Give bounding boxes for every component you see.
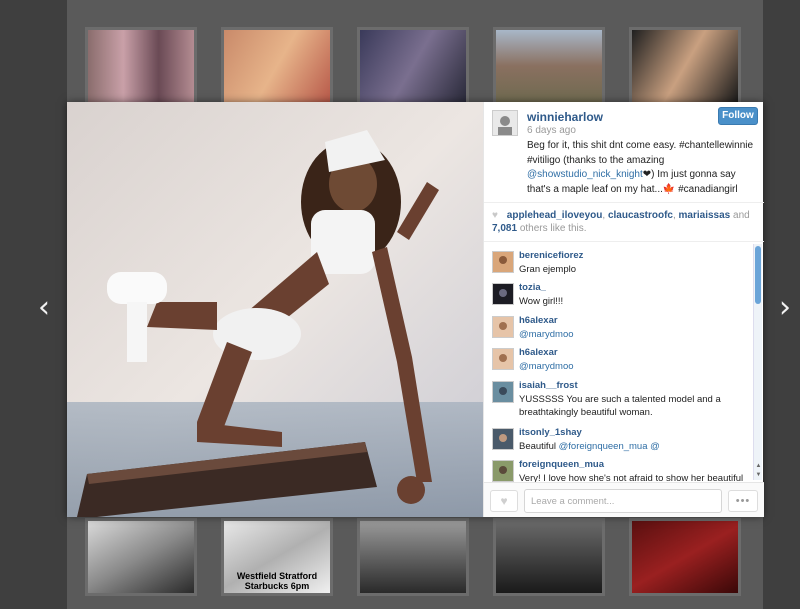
author-username[interactable]: winnieharlow <box>527 110 603 124</box>
scroll-up-arrow-icon[interactable]: ▲ <box>754 462 763 470</box>
commenter-username[interactable]: itsonly_1shay <box>519 427 582 438</box>
background-thumbnail <box>357 518 469 596</box>
heart-icon: ♥ <box>492 210 498 221</box>
comment-mention-link[interactable]: @marydmoo <box>519 329 574 340</box>
background-thumbnail <box>221 27 333 105</box>
comment-text: Gran ejemplo <box>519 264 577 275</box>
post-photo[interactable] <box>67 102 483 517</box>
likes-and-text: and <box>733 210 750 221</box>
liker-link[interactable]: mariaissas <box>679 210 731 221</box>
commenter-avatar[interactable] <box>492 428 514 450</box>
caption-text: Beg for it, this shit dnt come easy. #ch… <box>527 140 754 166</box>
commenter-username[interactable]: isaiah__frost <box>519 380 578 391</box>
liker-link[interactable]: applehead_iloveyou <box>507 210 603 221</box>
comment-mention-link[interactable]: @foreignqueen_mua @ <box>559 441 660 452</box>
commenter-avatar[interactable] <box>492 348 514 370</box>
commenter-avatar[interactable] <box>492 251 514 273</box>
comment-text: Wow girl!!! <box>519 296 564 307</box>
comment-text: @marydmoo <box>519 360 751 373</box>
likes-count[interactable]: 7,081 <box>492 223 517 234</box>
commenter-username[interactable]: berenicefiorez <box>519 250 583 261</box>
comment-text: YUSSSSS You are such a talented model an… <box>519 394 721 418</box>
background-thumbnail: Westfield Stratford Starbucks 6pm <box>221 518 333 596</box>
background-thumbnail <box>85 518 197 596</box>
comment-item: foreignqueen_mua Very! I love how she's … <box>484 457 752 482</box>
next-arrow-icon[interactable]: › <box>773 290 797 326</box>
commenter-username[interactable]: h6alexar <box>519 315 558 326</box>
comment-item: itsonly_1shay Beautiful @foreignqueen_mu… <box>484 425 752 455</box>
comment-text: Very! I love how she's not afraid to sho… <box>519 473 744 482</box>
commenter-avatar[interactable] <box>492 283 514 305</box>
scrollbar-thumb[interactable] <box>755 246 761 304</box>
liker-link[interactable]: claucastroofc <box>608 210 673 221</box>
comment-input[interactable] <box>524 489 722 513</box>
commenter-username[interactable]: foreignqueen_mua <box>519 459 604 470</box>
scroll-down-arrow-icon[interactable]: ▼ <box>754 471 763 479</box>
comments-scrollbar[interactable]: ▲ ▼ <box>753 244 762 480</box>
caption-mention-link[interactable]: @showstudio_nick_knight <box>527 169 643 180</box>
post-sidebar: winnieharlow 6 days ago Follow Beg for i… <box>483 102 764 517</box>
commenter-avatar[interactable] <box>492 381 514 403</box>
background-thumbnail <box>629 27 741 105</box>
background-thumbnail <box>629 518 741 596</box>
comment-text: @marydmoo <box>519 328 751 341</box>
background-thumbnail <box>493 518 605 596</box>
comment-item: h6alexar @marydmoo <box>484 313 752 343</box>
comment-item: berenicefiorez Gran ejemplo <box>484 248 752 278</box>
background-thumbnail <box>85 27 197 105</box>
comment-text-prefix: Beautiful <box>519 441 556 452</box>
comment-footer: ♥ ••• <box>484 482 764 517</box>
comment-text: Beautiful @foreignqueen_mua @ <box>519 440 751 453</box>
background-thumbnail <box>493 27 605 105</box>
commenter-username[interactable]: tozia_ <box>519 282 546 293</box>
comments-list[interactable]: berenicefiorez Gran ejemplo tozia_ Wow g… <box>484 242 764 482</box>
commenter-avatar[interactable] <box>492 460 514 482</box>
post-caption: Beg for it, this shit dnt come easy. #ch… <box>527 139 757 197</box>
commenter-avatar[interactable] <box>492 316 514 338</box>
background-thumbnail <box>357 27 469 105</box>
author-avatar[interactable] <box>492 110 518 136</box>
post-header: winnieharlow 6 days ago Follow Beg for i… <box>484 102 764 202</box>
comment-item: isaiah__frost YUSSSSS You are such a tal… <box>484 378 752 418</box>
likes-summary: ♥ applehead_iloveyou, claucastroofc, mar… <box>484 202 764 242</box>
commenter-username[interactable]: h6alexar <box>519 347 558 358</box>
photo-modal: winnieharlow 6 days ago Follow Beg for i… <box>67 102 764 517</box>
follow-button[interactable]: Follow <box>718 107 758 125</box>
comment-mention-link[interactable]: @marydmoo <box>519 361 574 372</box>
previous-arrow-icon[interactable]: ‹ <box>32 290 56 326</box>
comment-item: tozia_ Wow girl!!! <box>484 280 752 310</box>
thumbnail-caption: Westfield Stratford Starbucks 6pm <box>236 571 318 591</box>
post-timestamp: 6 days ago <box>527 125 576 136</box>
like-heart-icon[interactable]: ♥ <box>490 490 518 512</box>
comment-item: h6alexar @marydmoo <box>484 345 752 375</box>
likes-suffix: others like this. <box>519 223 587 234</box>
more-options-button[interactable]: ••• <box>728 490 758 512</box>
